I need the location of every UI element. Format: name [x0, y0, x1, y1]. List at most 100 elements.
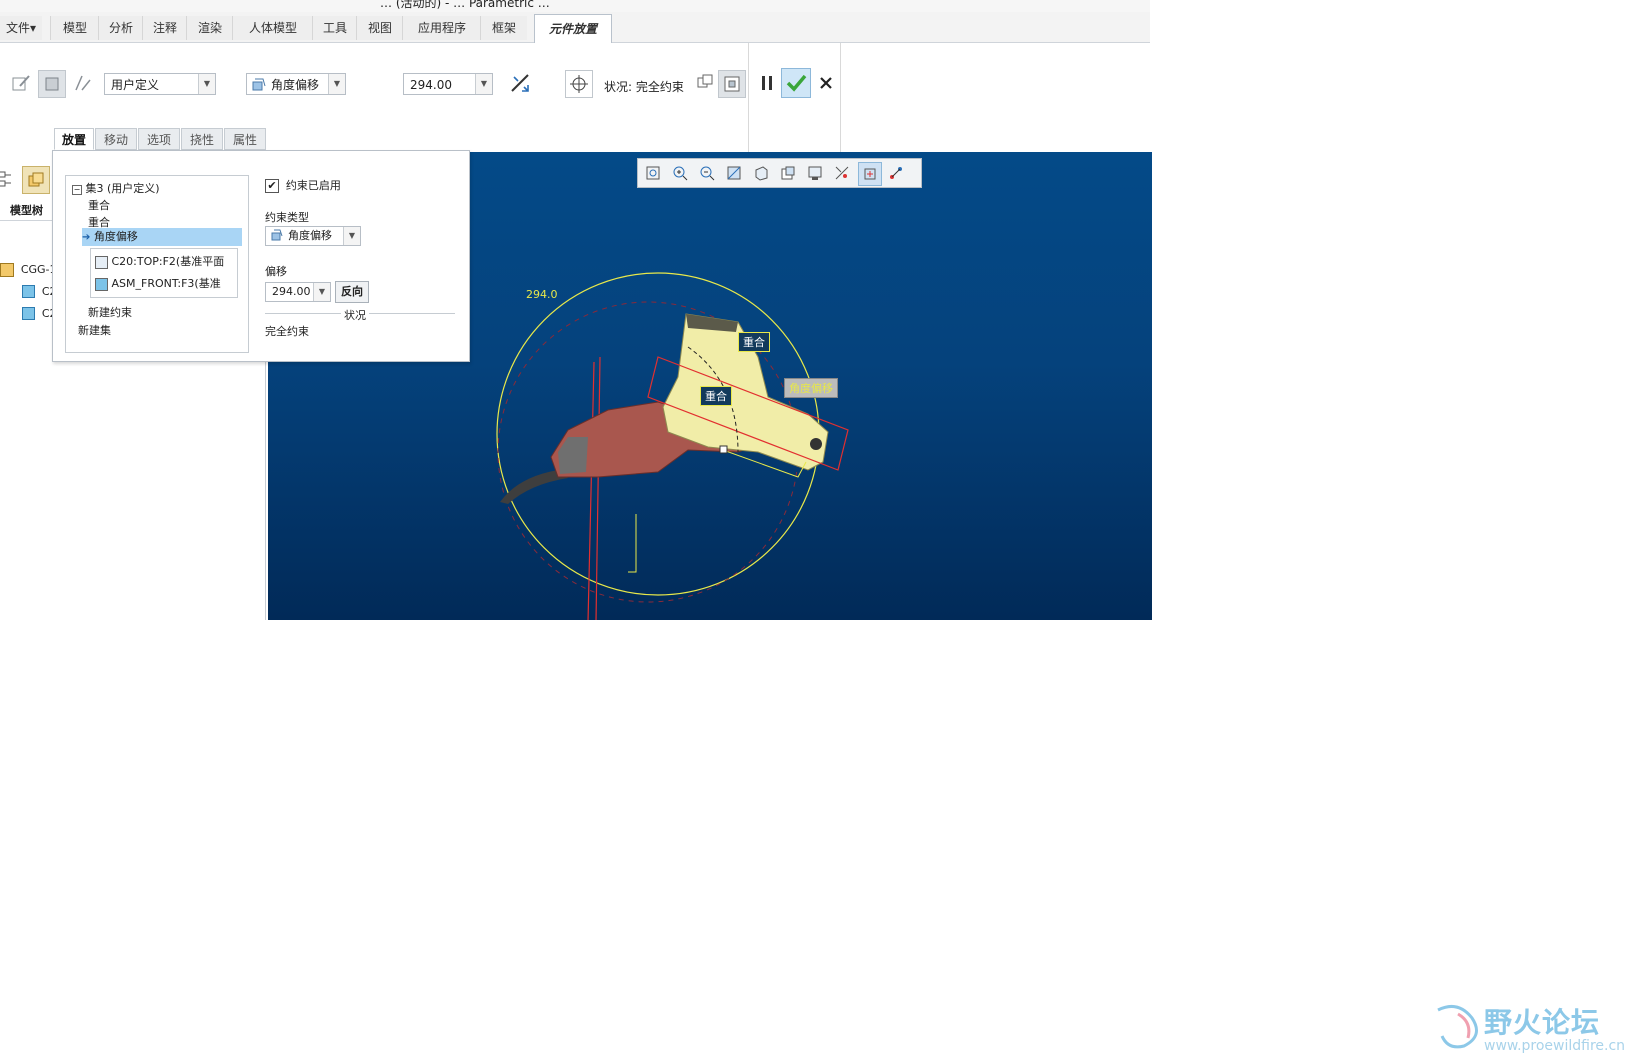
part-icon: [22, 307, 35, 320]
chevron-down-icon: ▼: [475, 74, 492, 94]
assembly-window-icon[interactable]: [718, 70, 746, 98]
assembly-icon: [0, 262, 14, 277]
tab-manikin[interactable]: 人体模型: [232, 16, 313, 40]
chevron-down-icon: ▼: [198, 74, 215, 94]
saved-views-icon[interactable]: [777, 162, 799, 184]
reference-label: ASM_FRONT:F3(基准: [111, 277, 221, 290]
tab-model[interactable]: 模型: [50, 16, 99, 40]
set-type-value: 用户定义: [111, 78, 160, 92]
tab-tools[interactable]: 工具: [312, 16, 357, 40]
panel-offset-input[interactable]: 294.00 ▼: [265, 282, 331, 302]
panel-type-value: 角度偏移: [288, 229, 332, 242]
constraint-tag-coincident-1[interactable]: 重合: [738, 332, 770, 352]
tree-settings-icon[interactable]: [0, 166, 20, 192]
constraint-enabled-checkbox[interactable]: ✔ 约束已启用: [265, 177, 341, 193]
watermark-url: www.proewildfire.cn: [1484, 1038, 1626, 1054]
placement-panel: − 集3 (用户定义) 重合 重合 ➔ 角度偏移 C20:TOP:F2(基准平面…: [52, 150, 470, 362]
reference-item[interactable]: ASM_FRONT:F3(基准: [95, 275, 221, 291]
part-icon: [22, 285, 35, 298]
model-tree-label: 模型树: [10, 204, 43, 217]
flip-direction-icon[interactable]: [507, 70, 533, 96]
repaint-icon[interactable]: [723, 162, 745, 184]
status-value: 完全约束: [265, 325, 309, 338]
subtab-flexibility[interactable]: 挠性: [181, 128, 223, 150]
collapse-icon: −: [72, 185, 82, 195]
constraint-set-header[interactable]: − 集3 (用户定义): [72, 180, 160, 196]
subtab-move[interactable]: 移动: [95, 128, 137, 150]
ribbon-separator: [748, 43, 749, 153]
new-constraint-link[interactable]: 新建约束: [88, 304, 132, 320]
view-manager-icon[interactable]: [804, 162, 826, 184]
status-group-label: 状况: [341, 307, 369, 323]
watermark-title: 野火论坛: [1484, 1006, 1601, 1039]
constraint-tag-angle-offset[interactable]: 角度偏移: [784, 378, 838, 398]
tab-render[interactable]: 渲染: [186, 16, 233, 40]
constraint-item-coincident[interactable]: 重合: [88, 197, 110, 213]
constraint-selected-label: 角度偏移: [93, 230, 138, 243]
offset-value: 294.00: [410, 78, 452, 92]
offset-label: 偏移: [265, 265, 287, 278]
constraint-tag-coincident-2[interactable]: 重合: [700, 386, 732, 406]
angle-offset-icon: [270, 228, 284, 248]
reference-box: C20:TOP:F2(基准平面 ASM_FRONT:F3(基准: [90, 248, 238, 298]
subtab-properties[interactable]: 属性: [224, 128, 266, 150]
tab-framework[interactable]: 框架: [480, 16, 527, 40]
tab-component-placement[interactable]: 元件放置: [534, 14, 612, 44]
move-component-icon[interactable]: [565, 70, 593, 98]
angle-offset-icon: [251, 76, 267, 99]
ribbon-tab-bar: 文件▾ 模型 分析 注释 渲染 人体模型 工具 视图 应用程序 框架 元件放置: [0, 12, 1150, 44]
confirm-check-icon[interactable]: [781, 68, 811, 98]
panel-offset-value: 294.00: [272, 285, 311, 298]
layer-tree-icon[interactable]: [22, 166, 50, 194]
spin-center-icon[interactable]: [858, 162, 882, 186]
constraint-type-label: 约束类型: [265, 211, 309, 224]
window-title: … (活动的) - … Parametric …: [380, 0, 550, 10]
cancel-close-icon[interactable]: [813, 70, 839, 96]
tab-applications[interactable]: 应用程序: [402, 16, 481, 40]
annotation-display-icon[interactable]: [885, 162, 907, 184]
constraint-item-angle-offset[interactable]: ➔ 角度偏移: [82, 228, 242, 246]
zoom-in-icon[interactable]: [669, 162, 691, 184]
view-toolbar: [637, 158, 922, 188]
flip-button[interactable]: 反向: [335, 281, 369, 303]
checkbox-checked-icon: ✔: [265, 178, 279, 193]
enabled-label: 约束已启用: [285, 179, 341, 192]
constraint-type-value: 角度偏移: [271, 78, 320, 92]
constraint-mode-icon[interactable]: [38, 70, 66, 98]
datum-plane-icon: [95, 255, 108, 269]
ribbon-separator: [840, 43, 841, 153]
subtab-options[interactable]: 选项: [138, 128, 180, 150]
new-set-link[interactable]: 新建集: [78, 322, 111, 338]
placement-status: 状况: 完全约束: [604, 80, 684, 94]
arrow-right-icon: ➔: [82, 232, 91, 243]
pause-icon[interactable]: [754, 70, 780, 96]
tree-item-assembly[interactable]: CGG-1: [0, 262, 57, 277]
tab-view[interactable]: 视图: [356, 16, 403, 40]
edit-constraint-icon[interactable]: [8, 70, 34, 96]
title-bar: … (活动的) - … Parametric …: [0, 0, 1150, 12]
connection-icon[interactable]: [70, 70, 96, 96]
chevron-down-icon: ▼: [343, 227, 360, 245]
subtab-placement[interactable]: 放置: [54, 128, 94, 150]
set-type-select[interactable]: 用户定义 ▼: [104, 73, 216, 95]
constraint-list: − 集3 (用户定义) 重合 重合 ➔ 角度偏移 C20:TOP:F2(基准平面…: [65, 175, 249, 353]
tab-analysis[interactable]: 分析: [98, 16, 143, 40]
reference-item[interactable]: C20:TOP:F2(基准平面: [95, 253, 224, 269]
tab-annotate[interactable]: 注释: [142, 16, 187, 40]
zoom-out-icon[interactable]: [696, 162, 718, 184]
refit-icon[interactable]: [642, 162, 664, 184]
display-style-icon[interactable]: [750, 162, 772, 184]
chevron-down-icon: ▼: [313, 283, 330, 301]
offset-value-input[interactable]: 294.00 ▼: [403, 73, 493, 95]
chevron-down-icon: ▼: [328, 74, 345, 94]
tab-file[interactable]: 文件▾: [0, 16, 42, 40]
panel-constraint-type-select[interactable]: 角度偏移 ▼: [265, 226, 361, 246]
datum-plane-icon: [95, 277, 108, 291]
set-header-label: 集3 (用户定义): [85, 182, 160, 195]
angle-dimension-label: 294.0: [526, 288, 558, 301]
datum-display-icon[interactable]: [831, 162, 853, 184]
separate-window-icon[interactable]: [692, 70, 718, 96]
forum-logo-icon: [1428, 1000, 1486, 1055]
reference-label: C20:TOP:F2(基准平面: [111, 255, 225, 268]
constraint-type-select[interactable]: 角度偏移 ▼: [246, 73, 346, 95]
